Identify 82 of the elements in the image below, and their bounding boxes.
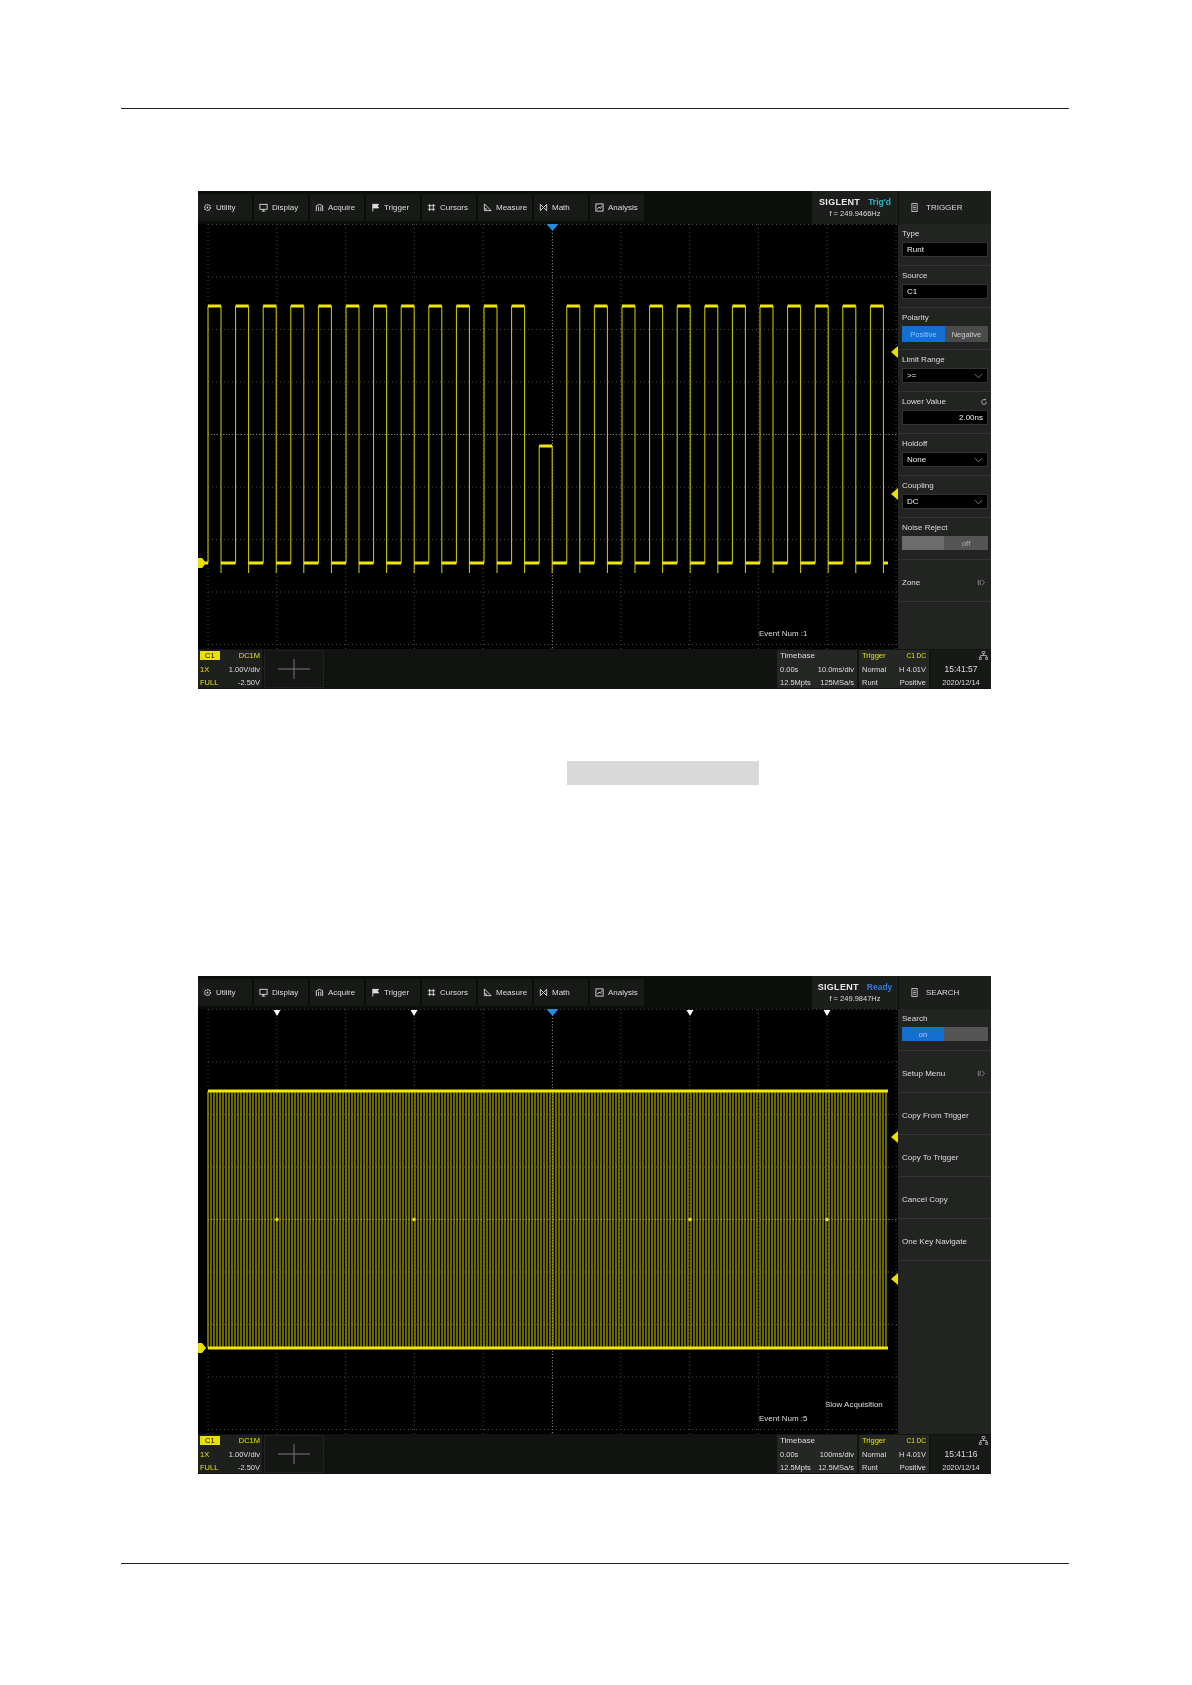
network-icon <box>979 1436 988 1445</box>
gear-icon <box>203 203 212 212</box>
status-note: Slow Acquisition <box>825 1399 883 1411</box>
menu-action[interactable]: Cancel Copy <box>902 1180 988 1218</box>
input-field[interactable]: C1 <box>902 284 988 299</box>
setting-label: Noise Reject <box>902 522 949 533</box>
menu-item[interactable]: Cursors <box>422 194 476 221</box>
hash-icon <box>427 203 436 212</box>
submenu-item[interactable]: Setup Menu <box>902 1054 988 1092</box>
trigger-status: Ready <box>866 982 893 992</box>
menu-item[interactable]: Math <box>534 194 588 221</box>
clock-time: 15:41:16 <box>944 1449 978 1459</box>
menu-action[interactable]: One Key Navigate <box>902 1222 988 1260</box>
menu-item[interactable]: Math <box>534 979 588 1006</box>
event-dot <box>412 1217 416 1222</box>
brand-logo: SIGLENT <box>819 197 861 207</box>
network-icon <box>979 651 988 660</box>
setting-label: Polarity <box>902 312 930 323</box>
menu-action[interactable]: Copy To Trigger <box>902 1138 988 1176</box>
input-field[interactable]: 2.00ns <box>902 410 988 425</box>
setting-label: Lower Value <box>902 397 946 407</box>
dropdown[interactable]: None <box>902 452 988 467</box>
menu-item[interactable]: Display <box>254 979 308 1006</box>
ruler-icon <box>483 203 492 212</box>
menu-item[interactable]: Analysis <box>590 194 644 221</box>
menu-item[interactable]: Acquire <box>310 194 364 221</box>
menu-item[interactable]: Display <box>254 194 308 221</box>
panel-title: TRIGGER <box>926 203 963 212</box>
menu-item[interactable]: Trigger <box>366 194 420 221</box>
menu-item[interactable]: Acquire <box>310 979 364 1006</box>
chart-icon <box>595 988 604 997</box>
reset-icon <box>980 398 988 406</box>
setting-label: Limit Range <box>902 355 945 365</box>
document-icon <box>911 203 918 212</box>
menu-item[interactable]: Measure <box>478 979 532 1006</box>
channel-marker-icon <box>198 1343 206 1353</box>
brand-logo: SIGLENT <box>817 982 859 992</box>
bowtie-icon <box>539 988 548 997</box>
hash-icon <box>427 988 436 997</box>
panel-title: SEARCH <box>926 988 960 997</box>
setting-label: Search <box>902 1013 929 1024</box>
monitor-icon <box>259 203 268 212</box>
chevron-down-icon <box>974 372 983 379</box>
setting-label: Coupling <box>902 481 934 491</box>
menu-item[interactable]: Cursors <box>422 979 476 1006</box>
chevron-down-icon <box>974 456 983 463</box>
flag-icon <box>371 203 380 212</box>
trigger-status: Trig'd <box>868 197 891 207</box>
menu-item[interactable]: Trigger <box>366 979 420 1006</box>
menu-action[interactable]: Copy From Trigger <box>902 1096 988 1134</box>
arch-icon <box>315 988 324 997</box>
chart-icon <box>595 203 604 212</box>
event-dot <box>688 1217 692 1222</box>
bowtie-icon <box>539 203 548 212</box>
clock-time: 15:41:57 <box>944 664 978 674</box>
input-field[interactable]: Runt <box>902 242 988 257</box>
submenu-item[interactable]: Zone <box>902 563 988 601</box>
menu-item[interactable]: Measure <box>478 194 532 221</box>
menu-item[interactable]: Utility <box>198 979 252 1006</box>
dropdown[interactable]: >= <box>902 368 988 383</box>
arch-icon <box>315 203 324 212</box>
menu-item[interactable]: Utility <box>198 194 252 221</box>
submenu-arrow-icon <box>977 1068 986 1078</box>
event-dot <box>825 1217 829 1222</box>
ruler-icon <box>483 988 492 997</box>
timebase-title: Timebase <box>780 651 816 660</box>
menu-item[interactable]: Analysis <box>590 979 644 1006</box>
dropdown[interactable]: DC <box>902 494 988 509</box>
submenu-arrow-icon <box>977 577 986 587</box>
document-icon <box>911 988 918 997</box>
event-dot <box>275 1217 279 1222</box>
gear-icon <box>203 988 212 997</box>
setting-label: Type <box>902 229 920 239</box>
status-note: Event Num :1 <box>759 628 808 640</box>
setting-label: Holdoff <box>902 439 928 449</box>
status-note: Event Num :5 <box>759 1413 808 1425</box>
setting-label: Source <box>902 271 928 281</box>
channel-marker-icon <box>198 558 206 568</box>
flag-icon <box>371 988 380 997</box>
monitor-icon <box>259 988 268 997</box>
timebase-title: Timebase <box>780 1436 816 1445</box>
chevron-down-icon <box>974 498 983 505</box>
